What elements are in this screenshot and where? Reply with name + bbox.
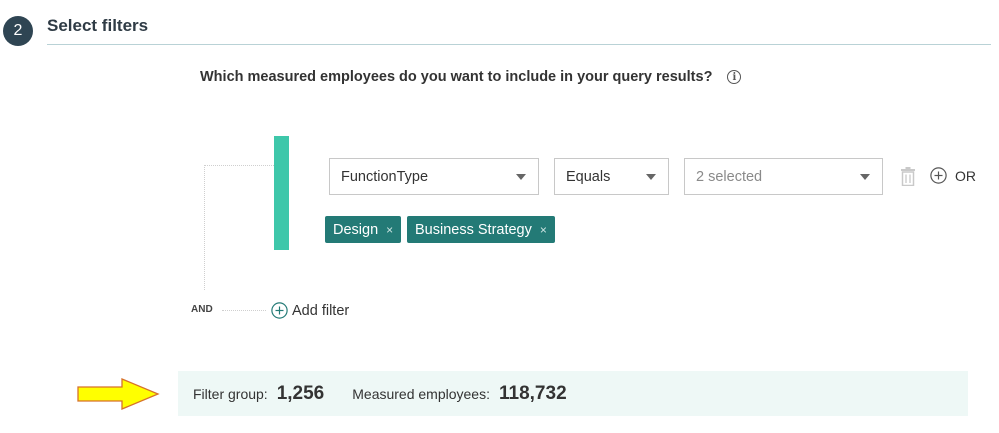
and-connector-label: AND xyxy=(191,304,213,315)
filter-group-bar xyxy=(274,136,289,250)
close-icon[interactable]: × xyxy=(540,223,547,237)
filter-question-text: Which measured employees do you want to … xyxy=(200,69,713,85)
arrow-right-icon xyxy=(77,378,160,410)
field-dropdown[interactable]: FunctionType xyxy=(329,158,539,195)
filter-group-count: 1,256 xyxy=(276,382,325,404)
add-filter-label: Add filter xyxy=(292,302,350,319)
chevron-down-icon xyxy=(646,174,656,180)
measured-employees-label: Measured employees: xyxy=(352,385,490,402)
operator-dropdown-value: Equals xyxy=(566,168,611,185)
chevron-down-icon xyxy=(516,174,526,180)
chip-label: Business Strategy xyxy=(415,221,532,238)
step-number-badge: 2 xyxy=(3,16,33,46)
group-connector-top xyxy=(204,165,274,166)
values-dropdown[interactable]: 2 selected xyxy=(684,158,883,195)
info-icon[interactable]: i xyxy=(727,70,742,84)
field-dropdown-value: FunctionType xyxy=(341,168,429,185)
results-summary-bar: Filter group: 1,256 Measured employees: … xyxy=(178,371,968,416)
and-connector-line xyxy=(222,310,266,311)
group-connector-line xyxy=(204,165,205,290)
add-circle-icon xyxy=(271,302,288,319)
values-dropdown-placeholder: 2 selected xyxy=(696,168,763,185)
selected-value-chip: Business Strategy × xyxy=(407,216,555,243)
title-divider xyxy=(47,44,991,45)
filter-group-label: Filter group: xyxy=(193,385,268,402)
chip-label: Design xyxy=(333,221,379,238)
section-title: Select filters xyxy=(47,16,149,35)
add-or-condition-icon[interactable] xyxy=(930,167,947,184)
filter-question: Which measured employees do you want to … xyxy=(200,69,742,85)
close-icon[interactable]: × xyxy=(386,223,393,237)
trash-icon[interactable] xyxy=(900,167,916,186)
measured-employees-count: 118,732 xyxy=(499,382,567,404)
selected-value-chip: Design × xyxy=(325,216,402,243)
operator-dropdown[interactable]: Equals xyxy=(554,158,669,195)
add-filter-button[interactable]: Add filter xyxy=(271,302,349,319)
or-label[interactable]: OR xyxy=(955,168,976,184)
chevron-down-icon xyxy=(860,174,870,180)
